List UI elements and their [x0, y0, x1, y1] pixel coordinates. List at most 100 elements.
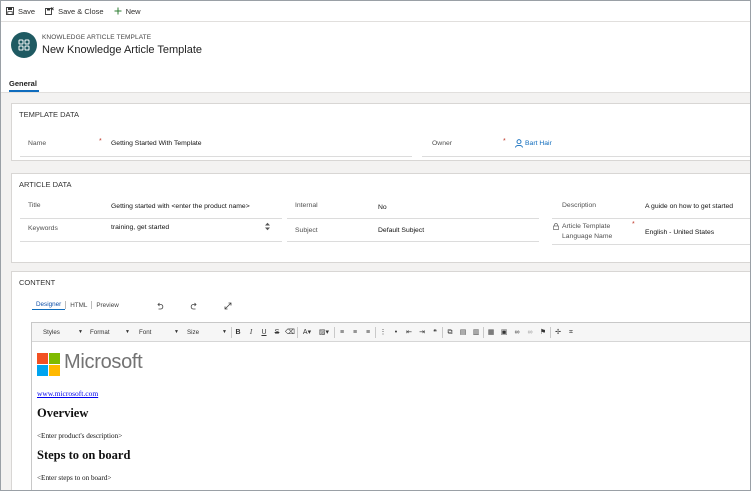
- template-icon: [18, 39, 30, 51]
- format-dropdown[interactable]: Format ▼: [90, 327, 130, 338]
- bold-icon[interactable]: B: [233, 327, 243, 338]
- form-tabs: General: [1, 74, 750, 93]
- save-label: Save: [18, 6, 36, 16]
- section-title-content: CONTENT: [19, 278, 56, 287]
- paste-text-icon[interactable]: ▥: [471, 327, 481, 338]
- italic-icon[interactable]: I: [246, 327, 256, 338]
- anchor-flag-icon[interactable]: ⚑: [538, 327, 548, 338]
- size-dropdown[interactable]: Size ▼: [187, 327, 227, 338]
- language-field-underline: [552, 244, 750, 245]
- link-icon[interactable]: ∞: [512, 327, 522, 338]
- text-color-icon[interactable]: A▾: [300, 327, 314, 338]
- microsoft-logo-icon: [37, 353, 60, 376]
- website-link[interactable]: www.microsoft.com: [37, 389, 98, 398]
- language-required-marker: *: [632, 221, 635, 228]
- clear-format-icon[interactable]: ⌫: [285, 327, 295, 338]
- subject-label: Subject: [295, 227, 318, 234]
- toolbar-divider: [442, 327, 443, 338]
- editor-toolbar: Styles ▼ Format ▼ Font ▼ Size ▼ B I U S ⌫ A▾…: [32, 323, 750, 342]
- overview-heading: Overview: [37, 406, 89, 420]
- chevron-down-icon: ▼: [174, 329, 179, 335]
- new-label: New: [125, 6, 141, 16]
- save-icon: [6, 7, 14, 15]
- tab-preview[interactable]: Preview: [92, 302, 122, 309]
- blockquote-icon[interactable]: ❝: [430, 327, 440, 338]
- copy-icon[interactable]: ⧉: [445, 327, 455, 338]
- plus-icon: [114, 7, 122, 15]
- editor-document[interactable]: Microsoft www.microsoft.com Overview <En…: [32, 343, 750, 490]
- toolbar-divider: [334, 327, 335, 338]
- name-field-underline: [20, 156, 412, 157]
- align-left-icon[interactable]: ≡: [337, 327, 347, 338]
- special-character-icon[interactable]: ✢: [553, 327, 563, 338]
- internal-label: Internal: [295, 202, 318, 209]
- internal-field[interactable]: No: [378, 203, 387, 212]
- command-bar: Save Save & Close New: [1, 1, 750, 22]
- styles-label: Styles: [43, 329, 60, 336]
- outdent-icon[interactable]: ⇤: [404, 327, 414, 338]
- save-close-label: Save & Close: [58, 6, 104, 16]
- tab-designer[interactable]: Designer: [32, 301, 66, 310]
- indent-icon[interactable]: ⇥: [417, 327, 427, 338]
- title-field[interactable]: Getting started with <enter the product …: [111, 202, 283, 211]
- microsoft-wordmark: Microsoft: [64, 351, 143, 373]
- owner-label: Owner: [432, 140, 453, 147]
- strikethrough-icon[interactable]: S: [272, 327, 282, 338]
- expand-icon[interactable]: [224, 302, 232, 310]
- toolbar-divider: [297, 327, 298, 338]
- underline-icon[interactable]: U: [259, 327, 269, 338]
- image-icon[interactable]: ▣: [499, 327, 509, 338]
- record-header: KNOWLEDGE ARTICLE TEMPLATE New Knowledge…: [1, 23, 750, 73]
- font-label: Font: [139, 329, 152, 336]
- owner-field-underline: [422, 156, 750, 157]
- save-button[interactable]: Save: [6, 2, 35, 20]
- name-label: Name: [28, 140, 47, 147]
- paste-icon[interactable]: ▤: [458, 327, 468, 338]
- tab-general-indicator: [9, 90, 39, 92]
- owner-lookup-link[interactable]: Bart Hair: [525, 139, 552, 148]
- name-field[interactable]: Getting Started With Template: [111, 139, 411, 153]
- scroll-arrows-icon[interactable]: [264, 222, 271, 231]
- subject-field[interactable]: Default Subject: [378, 226, 424, 235]
- keywords-field[interactable]: training, get started: [111, 223, 261, 232]
- chevron-down-icon: ▼: [222, 329, 227, 335]
- description-field[interactable]: A guide on how to get started: [645, 202, 750, 211]
- onboard-heading: Steps to on board: [37, 448, 131, 462]
- tab-general[interactable]: General: [9, 79, 37, 88]
- language-field[interactable]: English - United States: [645, 228, 714, 237]
- align-right-icon[interactable]: ≡: [363, 327, 373, 338]
- unlink-icon[interactable]: ∞: [525, 327, 535, 338]
- save-close-icon: [45, 7, 54, 15]
- record-title: New Knowledge Article Template: [42, 44, 202, 56]
- language-label-line2: Language Name: [562, 233, 613, 240]
- redo-icon[interactable]: [190, 302, 198, 310]
- section-title-template-data: TEMPLATE DATA: [19, 110, 80, 119]
- description-label: Description: [562, 202, 596, 209]
- entity-type-label: KNOWLEDGE ARTICLE TEMPLATE: [42, 34, 152, 41]
- content-section: CONTENT Designer HTML Preview Styles ▼ Fo…: [11, 271, 750, 490]
- section-title-article-data: ARTICLE DATA: [19, 180, 72, 189]
- source-icon[interactable]: ⌗: [566, 327, 576, 338]
- lock-icon: [553, 223, 559, 230]
- new-button[interactable]: New: [114, 2, 141, 20]
- user-icon: [515, 139, 523, 148]
- table-icon[interactable]: ▦: [486, 327, 496, 338]
- save-close-button[interactable]: Save & Close: [45, 2, 104, 20]
- numbered-list-icon[interactable]: ⋮: [378, 327, 388, 338]
- chevron-down-icon: ▼: [125, 329, 130, 335]
- rich-text-editor[interactable]: Styles ▼ Format ▼ Font ▼ Size ▼ B I U S ⌫ A▾…: [31, 322, 750, 490]
- highlight-color-icon[interactable]: ▨▾: [317, 327, 331, 338]
- font-dropdown[interactable]: Font ▼: [139, 327, 179, 338]
- bulleted-list-icon[interactable]: •: [391, 327, 401, 338]
- app-window: Save Save & Close New KNOWLEDGE ARTICLE …: [0, 0, 751, 491]
- toolbar-divider: [550, 327, 551, 338]
- styles-dropdown[interactable]: Styles ▼: [43, 327, 83, 338]
- undo-icon[interactable]: [156, 302, 164, 310]
- description-field-underline: [552, 218, 750, 219]
- article-data-section: ARTICLE DATA Title Getting started with …: [11, 173, 750, 263]
- tab-html[interactable]: HTML: [66, 302, 91, 309]
- align-center-icon[interactable]: ≡: [350, 327, 360, 338]
- size-label: Size: [187, 329, 200, 336]
- format-label: Format: [90, 329, 110, 336]
- toolbar-divider: [483, 327, 484, 338]
